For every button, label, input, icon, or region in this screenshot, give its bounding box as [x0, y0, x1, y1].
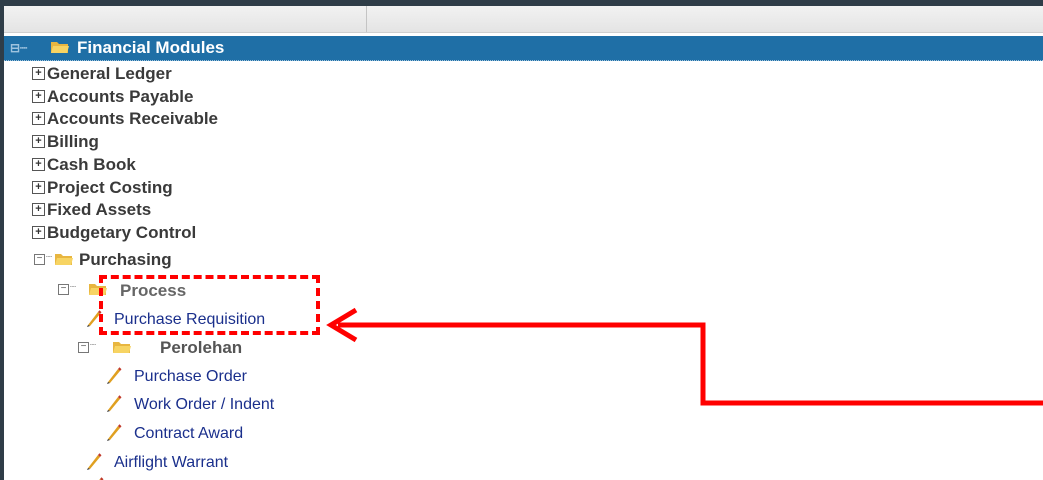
callout-arrow — [326, 307, 1043, 406]
